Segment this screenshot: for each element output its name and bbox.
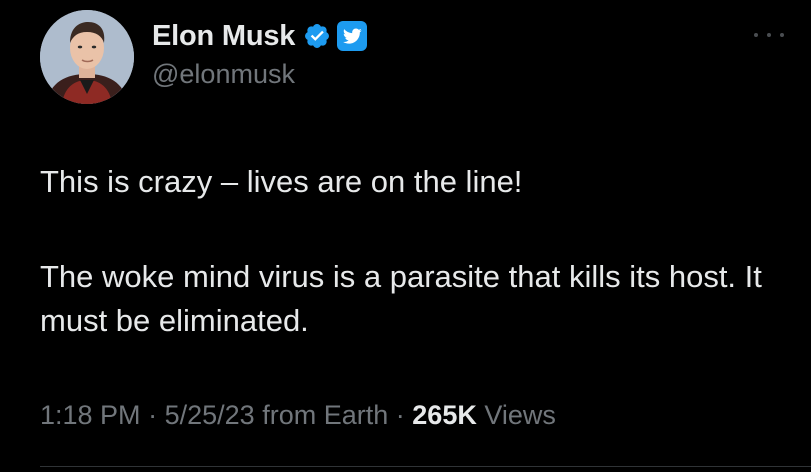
views-label[interactable]: Views: [484, 400, 556, 430]
meta-separator: ·: [395, 400, 405, 430]
views-count[interactable]: 265K: [412, 400, 477, 430]
author-handle[interactable]: @elonmusk: [152, 59, 295, 90]
verified-badge-icon[interactable]: [303, 22, 331, 50]
more-dot: [780, 33, 784, 37]
author-name-row: Elon Musk: [152, 16, 368, 56]
more-dot: [767, 33, 771, 37]
tweet-card: Elon Musk @elonmusk This is crazy – live…: [0, 0, 811, 472]
tweet-source: from Earth: [262, 400, 389, 430]
meta-separator: ·: [148, 400, 158, 430]
divider: [40, 466, 811, 467]
author-display-name[interactable]: Elon Musk: [152, 20, 295, 53]
tweet-date[interactable]: 5/25/23: [165, 400, 255, 430]
tweet-meta: 1:18 PM · 5/25/23 from Earth · 265K View…: [40, 400, 556, 431]
more-options-icon[interactable]: [754, 28, 784, 42]
avatar[interactable]: [40, 10, 134, 104]
tweet-time[interactable]: 1:18 PM: [40, 400, 141, 430]
more-dot: [754, 33, 758, 37]
tweet-paragraph-2: The woke mind virus is a parasite that k…: [40, 259, 762, 338]
tweet-paragraph-1: This is crazy – lives are on the line!: [40, 164, 523, 199]
twitter-bird-icon: [337, 21, 368, 51]
